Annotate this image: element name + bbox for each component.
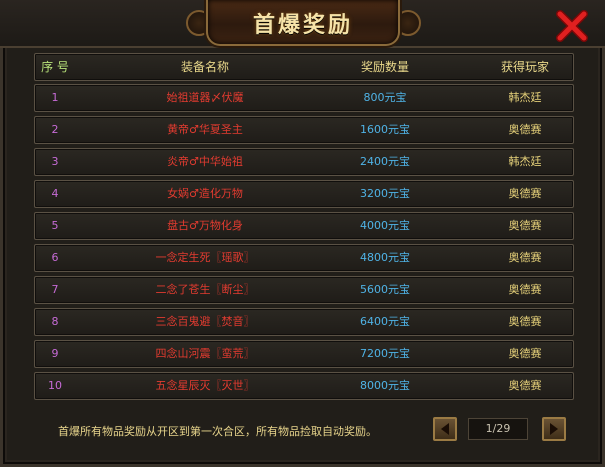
row-player: 奥德赛: [508, 315, 542, 328]
title-plate: 首爆奖励: [206, 0, 400, 46]
row-reward: 4800元宝: [360, 251, 410, 264]
row-player: 奥德赛: [508, 251, 542, 264]
row-item-name: 四念山河震〖蛮荒〗: [155, 347, 255, 360]
row-reward: 7200元宝: [360, 347, 410, 360]
table-row: 4 女娲♂造化万物 3200元宝 奥德赛: [34, 180, 574, 208]
row-item-name: 炎帝♂中华始祖: [167, 155, 243, 168]
table-row: 5 盘古♂万物化身 4000元宝 奥德赛: [34, 212, 574, 240]
header-player: 获得玩家: [500, 60, 549, 74]
header-reward: 奖励数量: [360, 60, 409, 74]
row-item-name: 三念百鬼避〖焚音〗: [155, 315, 255, 328]
page-indicator: 1/29: [468, 418, 528, 440]
table-row: 1 始祖道器〆伏魔 800元宝 韩杰廷: [34, 84, 574, 112]
table-row: 6 一念定生死〖瑶歌〗 4800元宝 奥德赛: [34, 244, 574, 272]
row-player: 奥德赛: [508, 219, 542, 232]
row-reward: 8000元宝: [360, 379, 410, 392]
row-item-name: 黄帝♂华夏圣主: [167, 123, 243, 136]
row-reward: 3200元宝: [360, 187, 410, 200]
first-drop-table: 序 号 装备名称 奖励数量 获得玩家 1 始祖道器〆伏魔 800元宝 韩杰廷 2…: [34, 53, 574, 407]
row-item-name: 一念定生死〖瑶歌〗: [155, 251, 255, 264]
row-reward: 1600元宝: [360, 123, 410, 136]
next-page-button[interactable]: [542, 417, 566, 441]
row-player: 奥德赛: [508, 379, 542, 392]
row-player: 韩杰廷: [508, 155, 542, 168]
row-reward: 2400元宝: [360, 155, 410, 168]
table-row: 9 四念山河震〖蛮荒〗 7200元宝 奥德赛: [34, 340, 574, 368]
row-item-name: 女娲♂造化万物: [167, 187, 243, 200]
row-reward: 4000元宝: [360, 219, 410, 232]
dialog-title: 首爆奖励: [252, 13, 353, 38]
table-row: 7 二念了苍生〖断尘〗 5600元宝 奥德赛: [34, 276, 574, 304]
row-player: 奥德赛: [508, 347, 542, 360]
row-item-name: 始祖道器〆伏魔: [166, 91, 244, 104]
row-player: 奥德赛: [508, 123, 542, 136]
footer-note: 首爆所有物品奖励从开区到第一次合区，所有物品捡取自动奖励。: [58, 425, 377, 438]
row-item-name: 二念了苍生〖断尘〗: [155, 283, 255, 296]
arrow-left-icon: [441, 423, 449, 435]
header-item-name: 装备名称: [180, 60, 229, 74]
table-row: 8 三念百鬼避〖焚音〗 6400元宝 奥德赛: [34, 308, 574, 336]
row-player: 奥德赛: [508, 187, 542, 200]
row-player: 韩杰廷: [508, 91, 542, 104]
row-reward: 800元宝: [363, 91, 407, 104]
table-row: 2 黄帝♂华夏圣主 1600元宝 奥德赛: [34, 116, 574, 144]
row-player: 奥德赛: [508, 283, 542, 296]
prev-page-button[interactable]: [433, 417, 457, 441]
arrow-right-icon: [550, 423, 558, 435]
close-x-icon: [556, 10, 588, 42]
row-reward: 6400元宝: [360, 315, 410, 328]
row-item-name: 盘古♂万物化身: [167, 219, 243, 232]
row-reward: 5600元宝: [360, 283, 410, 296]
table-header: 序 号 装备名称 奖励数量 获得玩家: [34, 53, 574, 81]
table-row: 10 五念星辰灭〖灭世〗 8000元宝 奥德赛: [34, 372, 574, 400]
row-item-name: 五念星辰灭〖灭世〗: [155, 379, 255, 392]
table-row: 3 炎帝♂中华始祖 2400元宝 韩杰廷: [34, 148, 574, 176]
close-button[interactable]: [555, 8, 589, 42]
